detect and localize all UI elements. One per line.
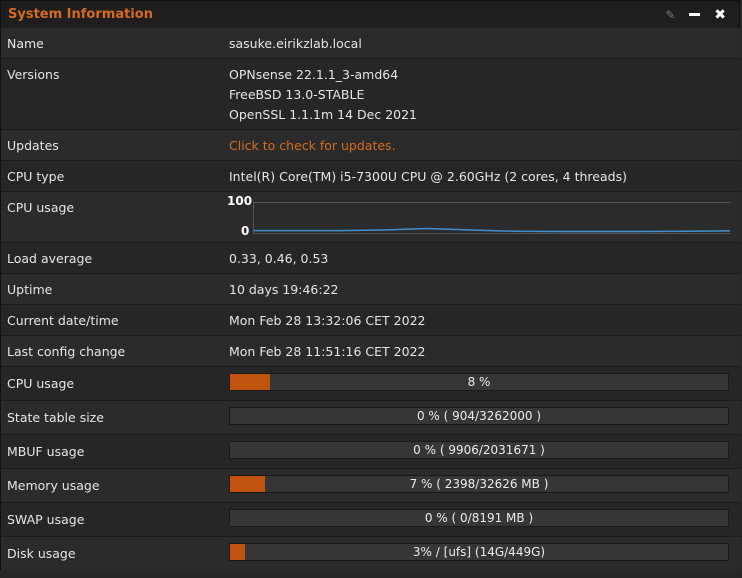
- row-disk: Disk usage 3% / [ufs] (14G/449G): [1, 537, 741, 570]
- mbuf-label: MBUF usage: [7, 444, 85, 459]
- memory-progress: 7 % ( 2398/32626 MB ): [229, 475, 729, 493]
- row-swap: SWAP usage 0 % ( 0/8191 MB ): [1, 503, 741, 537]
- mbuf-text: 0 % ( 9906/2031671 ): [413, 443, 545, 457]
- memory-text: 7 % ( 2398/32626 MB ): [409, 477, 549, 491]
- cpu-usage-label: CPU usage: [7, 376, 75, 391]
- close-icon[interactable]: ✖: [714, 7, 726, 23]
- versions-label: Versions: [7, 67, 60, 82]
- row-cpu-usage-bar: CPU usage 8 %: [1, 367, 741, 401]
- cpu-type-label: CPU type: [7, 169, 65, 184]
- widget-title: System Information: [8, 7, 153, 22]
- row-cpu-type: CPU type Intel(R) Core(TM) i5-7300U CPU …: [1, 161, 741, 192]
- updates-label: Updates: [7, 138, 59, 153]
- swap-label: SWAP usage: [7, 512, 85, 527]
- cpu-type-value: Intel(R) Core(TM) i5-7300U CPU @ 2.60GHz…: [229, 169, 627, 184]
- row-uptime: Uptime 10 days 19:46:22: [1, 274, 741, 305]
- disk-label: Disk usage: [7, 546, 76, 561]
- row-name: Name sasuke.eirikzlab.local: [1, 28, 741, 59]
- last-config-label: Last config change: [7, 344, 126, 359]
- row-last-config: Last config change Mon Feb 28 11:51:16 C…: [1, 336, 741, 367]
- row-versions: Versions OPNsense 22.1.1_3-amd64 FreeBSD…: [1, 59, 741, 130]
- state-table-text: 0 % ( 904/3262000 ): [416, 409, 542, 423]
- disk-text: 3% / [ufs] (14G/449G): [412, 545, 546, 559]
- row-updates: Updates Click to check for updates.: [1, 130, 741, 161]
- datetime-value: Mon Feb 28 13:32:06 CET 2022: [229, 313, 426, 328]
- name-label: Name: [7, 36, 44, 51]
- state-table-progress: 0 % ( 904/3262000 ): [229, 407, 729, 425]
- row-mbuf: MBUF usage 0 % ( 9906/2031671 ): [1, 435, 741, 469]
- swap-text: 0 % ( 0/8191 MB ): [424, 511, 534, 525]
- graph-ymin-label: 0: [241, 224, 250, 238]
- cpu-usage-progress: 8 %: [229, 373, 729, 391]
- pencil-icon[interactable]: ✎: [665, 8, 675, 22]
- state-table-label: State table size: [7, 410, 104, 425]
- row-state-table: State table size 0 % ( 904/3262000 ): [1, 401, 741, 435]
- widget-header: System Information ✎ ✖: [1, 1, 739, 29]
- datetime-label: Current date/time: [7, 313, 119, 328]
- mbuf-progress: 0 % ( 9906/2031671 ): [229, 441, 729, 459]
- uptime-value: 10 days 19:46:22: [229, 282, 339, 297]
- system-information-widget: System Information ✎ ✖ Name sasuke.eirik…: [0, 0, 741, 570]
- uptime-label: Uptime: [7, 282, 53, 297]
- name-value: sasuke.eirikzlab.local: [229, 36, 362, 51]
- last-config-value: Mon Feb 28 11:51:16 CET 2022: [229, 344, 426, 359]
- row-current-datetime: Current date/time Mon Feb 28 13:32:06 CE…: [1, 305, 741, 336]
- cpu-usage-graph: [253, 202, 731, 234]
- graph-ymax-label: 100: [227, 194, 253, 208]
- load-average-label: Load average: [7, 251, 93, 266]
- row-load-average: Load average 0.33, 0.46, 0.53: [1, 243, 741, 274]
- check-updates-link[interactable]: Click to check for updates.: [229, 138, 396, 153]
- version-freebsd: FreeBSD 13.0-STABLE: [229, 87, 365, 102]
- cpu-usage-line: [254, 227, 731, 233]
- cpu-graph-label: CPU usage: [7, 200, 75, 215]
- minimize-icon[interactable]: [689, 13, 701, 16]
- version-openssl: OpenSSL 1.1.1m 14 Dec 2021: [229, 107, 418, 122]
- swap-progress: 0 % ( 0/8191 MB ): [229, 509, 729, 527]
- memory-label: Memory usage: [7, 478, 100, 493]
- disk-progress: 3% / [ufs] (14G/449G): [229, 543, 729, 561]
- version-opnsense: OPNsense 22.1.1_3-amd64: [229, 67, 399, 82]
- cpu-usage-text: 8 %: [467, 375, 491, 389]
- widget-controls: ✎ ✖: [665, 7, 732, 23]
- row-memory: Memory usage 7 % ( 2398/32626 MB ): [1, 469, 741, 503]
- load-average-value: 0.33, 0.46, 0.53: [229, 251, 329, 266]
- row-cpu-graph: CPU usage 100 0: [1, 192, 741, 243]
